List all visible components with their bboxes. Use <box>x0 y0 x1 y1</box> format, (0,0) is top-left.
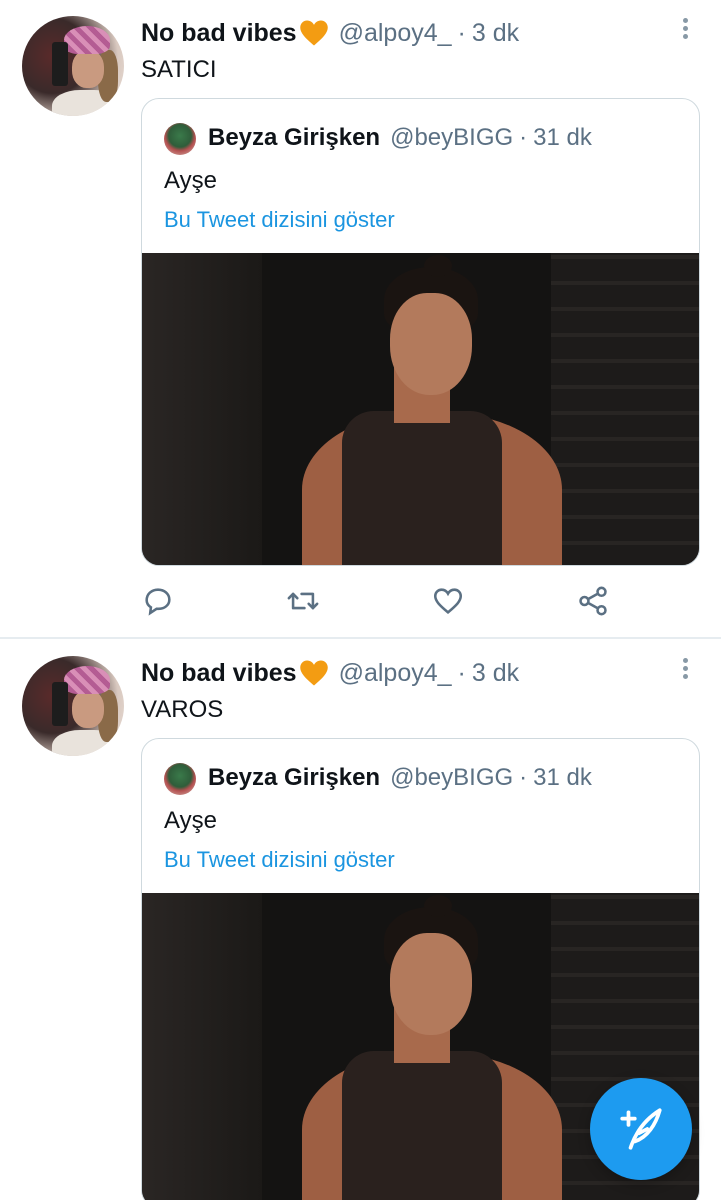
quoted-author-avatar <box>164 763 196 795</box>
compose-tweet-icon <box>620 1108 662 1150</box>
tweet-header: No bad vibes @alpoy4_ · 3 dk <box>141 18 519 48</box>
quoted-tweet[interactable]: Beyza Girişken @beyBIGG · 31 dk Ayşe Bu … <box>141 98 700 566</box>
quoted-author-avatar <box>164 123 196 155</box>
author-handle[interactable]: @alpoy4_ <box>339 19 452 48</box>
quoted-tweet-header: Beyza Girişken @beyBIGG · 31 dk <box>208 763 592 793</box>
separator-dot: · <box>457 18 466 47</box>
tweet-time[interactable]: 3 dk <box>472 19 519 48</box>
tweet-time[interactable]: 3 dk <box>472 659 519 688</box>
tweet[interactable]: No bad vibes @alpoy4_ · 3 dk SATICI Beyz… <box>0 0 721 638</box>
show-thread-link[interactable]: Bu Tweet dizisini göster <box>164 847 395 873</box>
quoted-tweet-image[interactable] <box>142 253 699 565</box>
quoted-author-name: Beyza Girişken <box>208 764 381 791</box>
reply-icon[interactable] <box>141 584 175 618</box>
quoted-tweet-time: 31 dk <box>533 124 592 151</box>
quoted-author-handle: @beyBIGG <box>390 124 514 151</box>
more-options-icon[interactable] <box>672 16 698 42</box>
tweet-text: VAROS <box>141 696 224 723</box>
tweet-header: No bad vibes @alpoy4_ · 3 dk <box>141 658 519 688</box>
author-avatar[interactable] <box>22 656 124 756</box>
author-name[interactable]: No bad vibes <box>141 659 297 688</box>
quoted-tweet-header: Beyza Girişken @beyBIGG · 31 dk <box>208 123 592 153</box>
share-icon[interactable] <box>576 584 610 618</box>
orange-heart-icon <box>299 20 328 46</box>
author-avatar[interactable] <box>22 16 124 116</box>
tweet-divider <box>0 637 721 639</box>
quoted-tweet-time: 31 dk <box>533 764 592 791</box>
separator-dot: · <box>519 764 528 791</box>
tweet-text: SATICI <box>141 56 217 83</box>
compose-tweet-button[interactable] <box>590 1078 692 1180</box>
separator-dot: · <box>457 658 466 687</box>
more-options-icon[interactable] <box>672 656 698 682</box>
quoted-author-name: Beyza Girişken <box>208 124 381 151</box>
orange-heart-icon <box>299 660 328 686</box>
author-handle[interactable]: @alpoy4_ <box>339 659 452 688</box>
quoted-tweet-text: Ayşe <box>164 167 217 194</box>
separator-dot: · <box>519 124 528 151</box>
tweet-actions <box>141 584 621 620</box>
show-thread-link[interactable]: Bu Tweet dizisini göster <box>164 207 395 233</box>
retweet-icon[interactable] <box>286 584 320 618</box>
quoted-author-handle: @beyBIGG <box>390 764 514 791</box>
like-icon[interactable] <box>431 584 465 618</box>
author-name[interactable]: No bad vibes <box>141 19 297 48</box>
quoted-tweet-text: Ayşe <box>164 807 217 834</box>
